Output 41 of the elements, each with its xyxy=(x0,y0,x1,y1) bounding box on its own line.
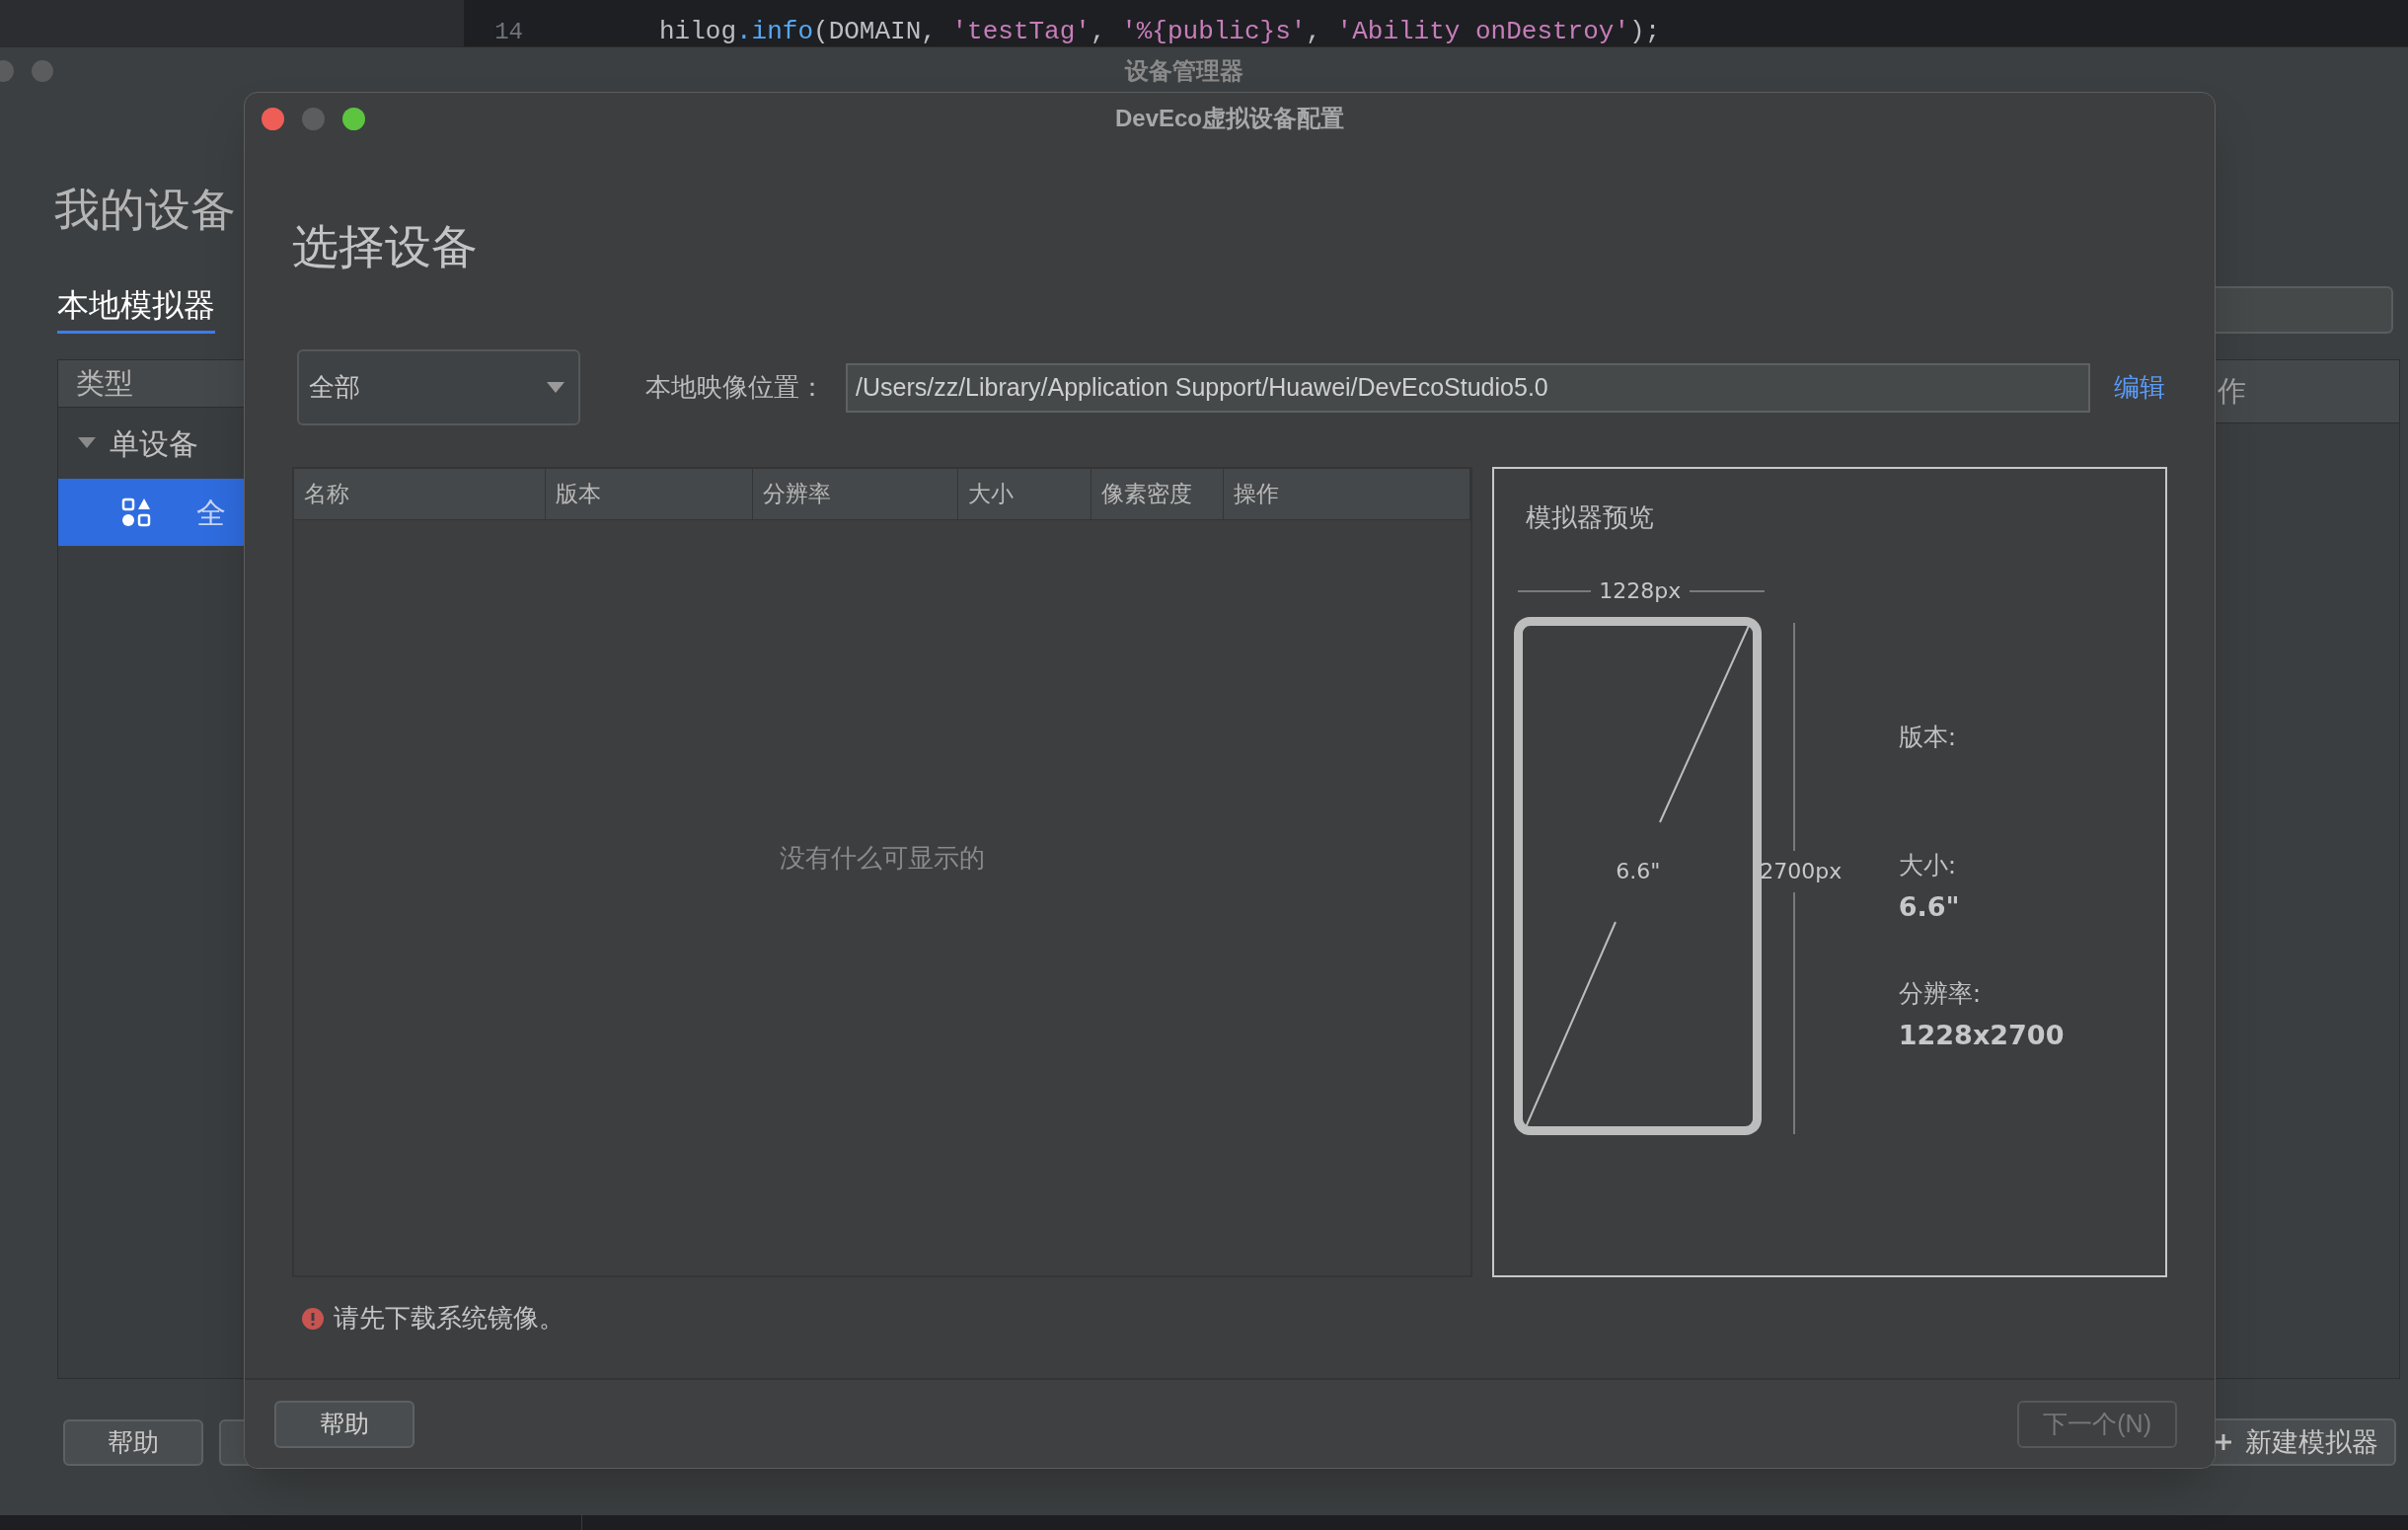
field-label: 本地映像位置： xyxy=(645,371,826,404)
error-message: 请先下载系统镜像。 xyxy=(334,1302,564,1335)
window-title: 设备管理器 xyxy=(1125,56,1243,86)
info-label: 版本: xyxy=(1898,722,1958,753)
dialog-title: DevEco虚拟设备配置 xyxy=(1114,104,1344,133)
info-label: 大小: xyxy=(1898,850,1958,881)
column-header: 像素密度 xyxy=(1091,469,1224,519)
help-button[interactable]: 帮助 xyxy=(63,1418,203,1466)
image-location-field[interactable]: /Users/zz/Library/Application Support/Huawei/DevEcoStudio5.0 xyxy=(846,362,2090,413)
dialog-heading: 选择设备 xyxy=(292,219,479,274)
column-header: 操作 xyxy=(1224,469,1470,519)
expanded-triangle-icon xyxy=(78,437,96,449)
height-label: 2700px xyxy=(1759,858,1844,885)
column-header: 版本 xyxy=(546,469,753,519)
code-line: hilog.info(DOMAIN, 'testTag', '%{public}s', 'Ability onDestroy'); xyxy=(659,18,1661,46)
minimize-button[interactable] xyxy=(302,107,325,130)
shapes-icon xyxy=(121,497,151,527)
dropdown-arrow-icon xyxy=(547,381,564,394)
info-value: 6.6" xyxy=(1898,890,1961,924)
category-dropdown[interactable]: 全部 xyxy=(297,349,580,425)
panel-title: 模拟器预览 xyxy=(1525,502,1654,532)
maximize-button[interactable] xyxy=(342,107,365,130)
edit-link[interactable]: 编辑 xyxy=(2114,368,2165,407)
diagonal-label: 6.6" xyxy=(1615,858,1662,885)
page-heading: 我的设备 xyxy=(54,184,236,235)
help-button[interactable]: 帮助 xyxy=(274,1400,414,1448)
width-label: 1228px xyxy=(1598,577,1683,605)
column-header: 大小 xyxy=(958,469,1091,519)
line-number: 14 xyxy=(493,18,523,46)
column-header: 作 xyxy=(2218,373,2246,409)
column-header: 分辨率 xyxy=(753,469,958,519)
window-minimize-button[interactable] xyxy=(32,60,53,82)
error-icon xyxy=(302,1307,324,1330)
empty-message: 没有什么可显示的 xyxy=(779,842,985,875)
info-label: 分辨率: xyxy=(1898,978,1983,1010)
plus-icon xyxy=(2214,1432,2233,1452)
column-header: 名称 xyxy=(294,469,546,519)
tab[interactable]: 本地模拟器 xyxy=(57,281,215,334)
info-value: 1228x2700 xyxy=(1898,1019,2065,1052)
column-header: 类型 xyxy=(76,365,133,401)
close-button[interactable] xyxy=(262,107,284,130)
